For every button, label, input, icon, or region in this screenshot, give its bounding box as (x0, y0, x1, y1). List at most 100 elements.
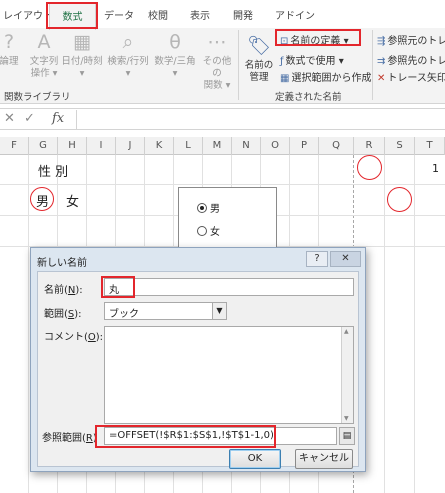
date-time-label: 日付/時刻 (61, 56, 103, 67)
close-button[interactable]: ✕ (330, 251, 361, 267)
define-name-button[interactable]: ⊡ 名前の定義 ▾ (280, 32, 349, 47)
option-male[interactable]: 男 (197, 200, 220, 215)
define-name-label: 名前の定義 ▾ (290, 36, 349, 47)
tab-layout[interactable]: レイアウト (3, 7, 53, 22)
create-from-selection-button[interactable]: ▦ 選択範囲から作成 (280, 69, 371, 84)
tab-addins[interactable]: アドイン (275, 7, 315, 22)
define-name-icon: ⊡ (280, 36, 289, 47)
trace-precedents-button[interactable]: ⇶ 参照元のトレ (377, 32, 445, 47)
text-button[interactable]: A 文字列 操作 ▾ (27, 30, 61, 80)
name-manager-label-2: 管理 (249, 72, 269, 83)
column-header[interactable]: T (415, 137, 445, 155)
column-headers: F G H I J K L M N O P Q R S T (0, 137, 445, 155)
help-button[interactable]: ? (306, 251, 328, 267)
red-circle-r1 (357, 155, 382, 180)
lookup-label-2: ▾ (125, 68, 131, 79)
option-female[interactable]: 女 (197, 223, 220, 238)
column-header[interactable]: G (29, 137, 58, 155)
trace-dependents-button[interactable]: ⇉ 参照先のトレ (377, 52, 445, 67)
theta-icon: θ (169, 31, 181, 53)
scope-label: 範囲(S): (44, 309, 82, 320)
column-header[interactable]: H (58, 137, 87, 155)
enter-entry-icon[interactable]: ✓ (24, 111, 35, 126)
column-header[interactable]: F (0, 137, 29, 155)
tab-review[interactable]: 校閲 (148, 7, 168, 22)
defined-names-group-label: 定義された名前 (275, 92, 342, 103)
scope-select[interactable]: ブック ▼ (104, 302, 227, 320)
remove-arrows-icon: ✕ (377, 73, 386, 84)
date-time-button[interactable]: ▦ 日付/時刻 ▾ (60, 30, 104, 80)
column-header[interactable]: K (145, 137, 174, 155)
more-functions-button[interactable]: ⋯ その他の 関数 ▾ (199, 30, 235, 92)
tab-data[interactable]: データ (104, 7, 134, 22)
column-header[interactable]: S (385, 137, 415, 155)
logical-label: 論理 (0, 56, 19, 67)
new-name-dialog: 新しい名前 ? ✕ 名前(N): 丸 範囲(S): ブック ▼ コメント(O):… (30, 247, 366, 472)
column-header[interactable]: N (232, 137, 261, 155)
ok-button[interactable]: OK (229, 449, 281, 469)
cell-female[interactable]: 女 (66, 191, 79, 210)
name-input[interactable]: 丸 (104, 278, 354, 296)
math-trig-label-2: ▾ (172, 68, 178, 79)
refers-to-label: 参照範囲(R) (42, 433, 97, 444)
trace-precedents-icon: ⇶ (377, 36, 386, 47)
comment-scrollbar[interactable]: ▲ ▼ (341, 327, 353, 423)
comment-textarea[interactable]: ▲ ▼ (104, 326, 354, 424)
column-header[interactable]: P (290, 137, 319, 155)
collapse-dialog-icon[interactable]: ▤ (339, 427, 355, 445)
text-label: 文字列 (29, 56, 59, 67)
math-trig-button[interactable]: θ 数学/三角 ▾ (152, 30, 198, 80)
header-cell-gender[interactable]: 性 別 (38, 161, 68, 180)
more-functions-label-2: 関数 ▾ (203, 80, 231, 91)
more-functions-label: その他の (202, 56, 232, 79)
name-label: 名前(N): (44, 285, 83, 296)
create-from-selection-label: 選択範囲から作成 (291, 73, 372, 84)
remove-arrows-button[interactable]: ✕ トレース矢印 (377, 69, 445, 84)
column-header[interactable]: O (261, 137, 290, 155)
tab-developer[interactable]: 開発 (233, 7, 253, 22)
cell-t1[interactable]: 1 (432, 162, 439, 175)
scroll-up-icon[interactable]: ▲ (344, 328, 349, 335)
column-header[interactable]: I (87, 137, 116, 155)
chevron-down-icon[interactable]: ▼ (212, 303, 226, 319)
dialog-body: 名前(N): 丸 範囲(S): ブック ▼ コメント(O): ▲ ▼ 参照範囲(… (37, 271, 359, 469)
name-manager-button[interactable]: 🏷 名前の 管理 (242, 34, 276, 84)
remove-arrows-label: トレース矢印 (387, 73, 445, 84)
cancel-button[interactable]: キャンセル (295, 449, 353, 469)
column-header[interactable]: J (116, 137, 145, 155)
grid-line (414, 155, 415, 493)
column-header[interactable]: R (354, 137, 385, 155)
dialog-title: 新しい名前 (37, 258, 87, 269)
more-icon: ⋯ (207, 31, 227, 53)
formula-input[interactable] (78, 109, 445, 129)
group-separator-2 (372, 30, 373, 100)
column-header[interactable]: M (203, 137, 232, 155)
cancel-entry-icon[interactable]: ✕ (4, 111, 15, 126)
tab-formulas[interactable]: 数式 (49, 2, 96, 30)
lookup-button[interactable]: ⌕ 検索/行列 ▾ (105, 30, 151, 80)
column-header[interactable]: Q (319, 137, 354, 155)
group-separator (238, 30, 239, 100)
insert-function-icon[interactable]: fx (52, 111, 64, 126)
tab-view[interactable]: 表示 (190, 7, 210, 22)
red-circle-male (30, 187, 54, 211)
option-group-box[interactable]: 男 女 (178, 187, 277, 251)
use-in-formula-button[interactable]: ƒ 数式で使用 ▾ (280, 52, 344, 67)
column-header[interactable]: L (174, 137, 203, 155)
refers-to-input[interactable]: =OFFSET(!$R$1:$S$1,!$T$1-1,0) (104, 427, 337, 445)
grid-icon: ▦ (280, 73, 290, 84)
option-female-label: 女 (210, 227, 220, 238)
scope-value: ブック (109, 309, 139, 320)
formula-bar: ✕ ✓ fx (0, 108, 445, 130)
radio-icon (197, 226, 207, 236)
grid-line (0, 184, 445, 185)
lookup-label: 検索/行列 (107, 56, 149, 67)
scroll-down-icon[interactable]: ▼ (344, 415, 349, 422)
name-manager-label: 名前の (244, 60, 274, 71)
red-circle-s2 (387, 187, 412, 212)
formula-bar-divider (76, 110, 77, 129)
trace-dependents-label: 参照先のトレ (387, 56, 445, 67)
name-tag-icon: 🏷 (247, 35, 272, 57)
text-icon: A (37, 31, 51, 53)
logical-button[interactable]: ? 論理 (0, 30, 24, 68)
